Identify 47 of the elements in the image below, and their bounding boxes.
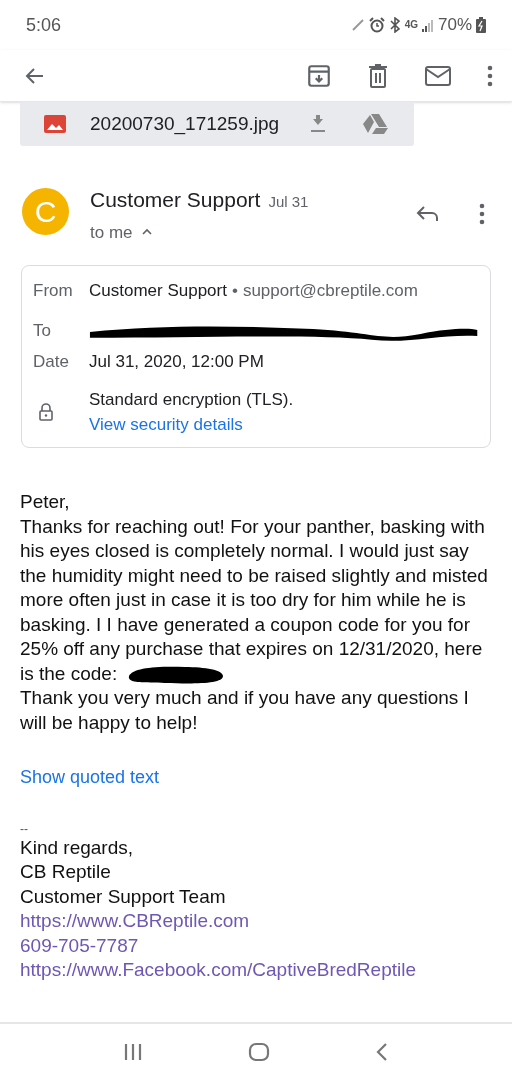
more-icon[interactable] (486, 63, 494, 88)
avatar: C (22, 188, 69, 235)
greeting-text: Peter, (20, 490, 71, 514)
security-details-link[interactable]: View security details (89, 412, 243, 437)
body-paragraph: Thanks for reaching out! For your panther, basking with his eyes closed is completely normal. I would just say the humidity might need to be raised slightly and misted more often just in case it is too dry for him while he is basking. I I have generated a coupon code for you for 25% off any purchase that expires on 12/31/2020, here is the code: (20, 514, 490, 687)
reply-icon[interactable] (416, 204, 440, 224)
battery-percent: 70% (437, 14, 472, 37)
signature-link[interactable]: 609-705-7787 (20, 934, 139, 959)
encryption-text: Standard encryption (TLS). (89, 389, 294, 411)
alarm-icon (368, 17, 385, 33)
recent-apps-icon[interactable] (122, 1043, 143, 1061)
signature-link[interactable]: https://www.Facebook.com/CaptiveBredReptile (20, 958, 416, 983)
network-type: 4G (404, 20, 418, 30)
more-icon[interactable] (478, 202, 486, 226)
field-label: Date (33, 351, 70, 373)
mail-icon[interactable] (424, 63, 452, 88)
battery-icon (476, 17, 486, 33)
from-email: support@cbreptile.com (242, 280, 418, 302)
archive-icon[interactable] (306, 62, 332, 89)
body-paragraph: Thank you very much and if you have any questions I will be happy to help! (20, 686, 470, 735)
home-icon[interactable] (248, 1042, 270, 1062)
email-date: Jul 31 (268, 192, 309, 212)
lock-icon (39, 403, 53, 421)
delete-icon[interactable] (366, 62, 390, 89)
image-file-icon (44, 115, 66, 133)
download-icon[interactable] (308, 114, 328, 134)
recipients-toggle[interactable]: to me (90, 219, 153, 245)
signature-link[interactable]: https://www.CBReptile.com (20, 909, 250, 934)
separator-dot: • (231, 280, 238, 302)
signature-line: CB Reptile (20, 860, 111, 885)
pencil-icon (350, 18, 365, 32)
status-time: 5:06 (26, 13, 62, 37)
signal-icon (421, 18, 434, 32)
bluetooth-icon (388, 17, 401, 33)
drive-icon[interactable] (362, 113, 388, 135)
nav-back-icon[interactable] (375, 1042, 390, 1062)
attachment-chip[interactable]: 20200730_171259.jpg (20, 102, 414, 146)
attachment-filename: 20200730_171259.jpg (90, 111, 281, 137)
sender-name: Customer Support (90, 187, 261, 213)
signature-separator: -- (20, 822, 29, 836)
from-name: Customer Support (89, 280, 227, 302)
show-quoted-text-link[interactable]: Show quoted text (20, 765, 160, 790)
field-label: From (33, 280, 74, 302)
field-label: To (33, 320, 52, 343)
signature-line: Kind regards, (20, 836, 133, 860)
signature-line: Customer Support Team (20, 885, 226, 909)
date-value: Jul 31, 2020, 12:00 PM (89, 351, 264, 373)
